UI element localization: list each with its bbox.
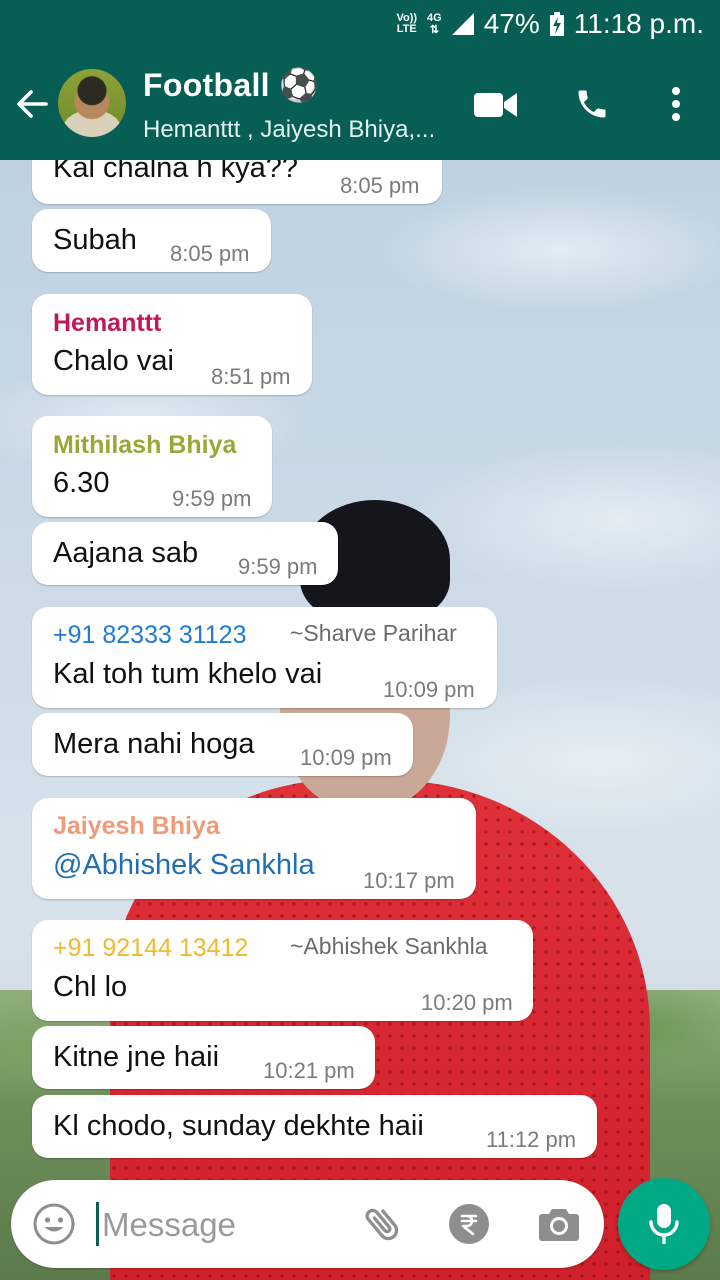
phone-icon[interactable] [574,86,610,122]
message-text: Kitne jne haii [53,1041,220,1073]
status-bar: Vo)) LTE 4G ⇅ 47% 11:18 p.m. [0,0,720,48]
message-text: Aajana sab [53,537,199,569]
signal-icon [451,13,474,35]
video-call-icon[interactable] [474,90,518,120]
message-input[interactable] [100,1198,354,1252]
message-time: 10:09 pm [383,677,475,702]
message-text: Chl lo [53,971,128,1003]
message-bubble[interactable]: Subah 8:05 pm [32,209,271,272]
message-bubble[interactable]: Jaiyesh Bhiya @Abhishek Sankhla 10:17 pm [32,798,476,899]
message-time: 10:20 pm [421,990,513,1015]
message-bubble[interactable]: +91 92144 13412 ~Abhishek Sankhla Chl lo… [32,920,533,1021]
message-text: Subah [53,224,137,256]
message-time: 8:51 pm [211,364,291,389]
message-time: 9:59 pm [172,486,252,511]
text-caret [96,1202,99,1246]
message-bubble[interactable]: Mera nahi hoga 10:09 pm [32,713,413,776]
sender-name[interactable]: Jaiyesh Bhiya [53,812,220,841]
rupee-icon[interactable] [449,1204,489,1244]
status-time: 11:18 p.m. [573,8,704,39]
message-composer [11,1180,604,1268]
sender-push-name: ~Sharve Parihar [290,620,457,646]
message-bubble[interactable]: Kl chodo, sunday dekhte haii 11:12 pm [32,1095,597,1158]
group-members[interactable]: Hemanttt , Jaiyesh Bhiya,... [143,116,435,144]
sender-push-name: ~Abhishek Sankhla [290,933,488,959]
mention-link[interactable]: @Abhishek Sankhla [53,849,315,882]
group-avatar[interactable] [58,69,126,137]
sender-phone[interactable]: +91 82333 31123 [53,621,246,650]
message-bubble[interactable]: Hemanttt Chalo vai 8:51 pm [32,294,312,395]
message-text: Chalo vai [53,345,174,377]
message-bubble[interactable]: Kitne jne haii 10:21 pm [32,1026,375,1089]
message-time: 8:05 pm [340,173,420,198]
back-arrow-icon[interactable] [12,84,52,124]
network-type: 4G ⇅ [427,12,442,36]
message-time: 10:17 pm [363,868,455,893]
chat-header: Football ⚽ Hemanttt , Jaiyesh Bhiya,... [0,48,720,160]
message-bubble[interactable]: Mithilash Bhiya 6.30 9:59 pm [32,416,272,517]
network-type-label: 4G [427,12,442,24]
message-text: Kl chodo, sunday dekhte haii [53,1110,424,1142]
message-text: Kal toh tum khelo vai [53,658,323,690]
message-time: 9:59 pm [238,554,318,579]
sender-name[interactable]: Hemanttt [53,309,161,338]
message-list[interactable]: Kal chalna h kya?? 8:05 pm Subah 8:05 pm… [0,160,720,1170]
message-time: 8:05 pm [170,241,250,266]
message-bubble[interactable]: Aajana sab 9:59 pm [32,522,338,585]
sender-phone[interactable]: +91 92144 13412 [53,934,248,963]
voice-record-button[interactable] [618,1178,710,1270]
more-vert-icon[interactable] [664,84,688,124]
volte-line2: LTE [396,23,417,35]
message-text: Mera nahi hoga [53,728,255,760]
message-time: 11:12 pm [486,1127,577,1152]
attach-icon[interactable] [361,1202,405,1246]
message-text: Kal chalna h kya?? [53,160,299,184]
emoji-icon[interactable] [32,1202,76,1246]
camera-icon[interactable] [538,1204,580,1244]
message-time: 10:21 pm [263,1058,355,1083]
mic-icon [649,1204,679,1244]
message-time: 10:09 pm [300,745,392,770]
sender-name[interactable]: Mithilash Bhiya [53,431,236,460]
volte-indicator: Vo)) LTE [396,13,417,35]
message-bubble[interactable]: +91 82333 31123 ~Sharve Parihar Kal toh … [32,607,497,708]
message-bubble[interactable]: Kal chalna h kya?? 8:05 pm [32,160,442,204]
battery-charging-icon [549,12,564,36]
battery-percent: 47% [483,8,540,39]
group-title[interactable]: Football ⚽ [143,66,319,104]
message-text: 6.30 [53,467,110,499]
data-arrows-icon: ⇅ [429,24,439,36]
